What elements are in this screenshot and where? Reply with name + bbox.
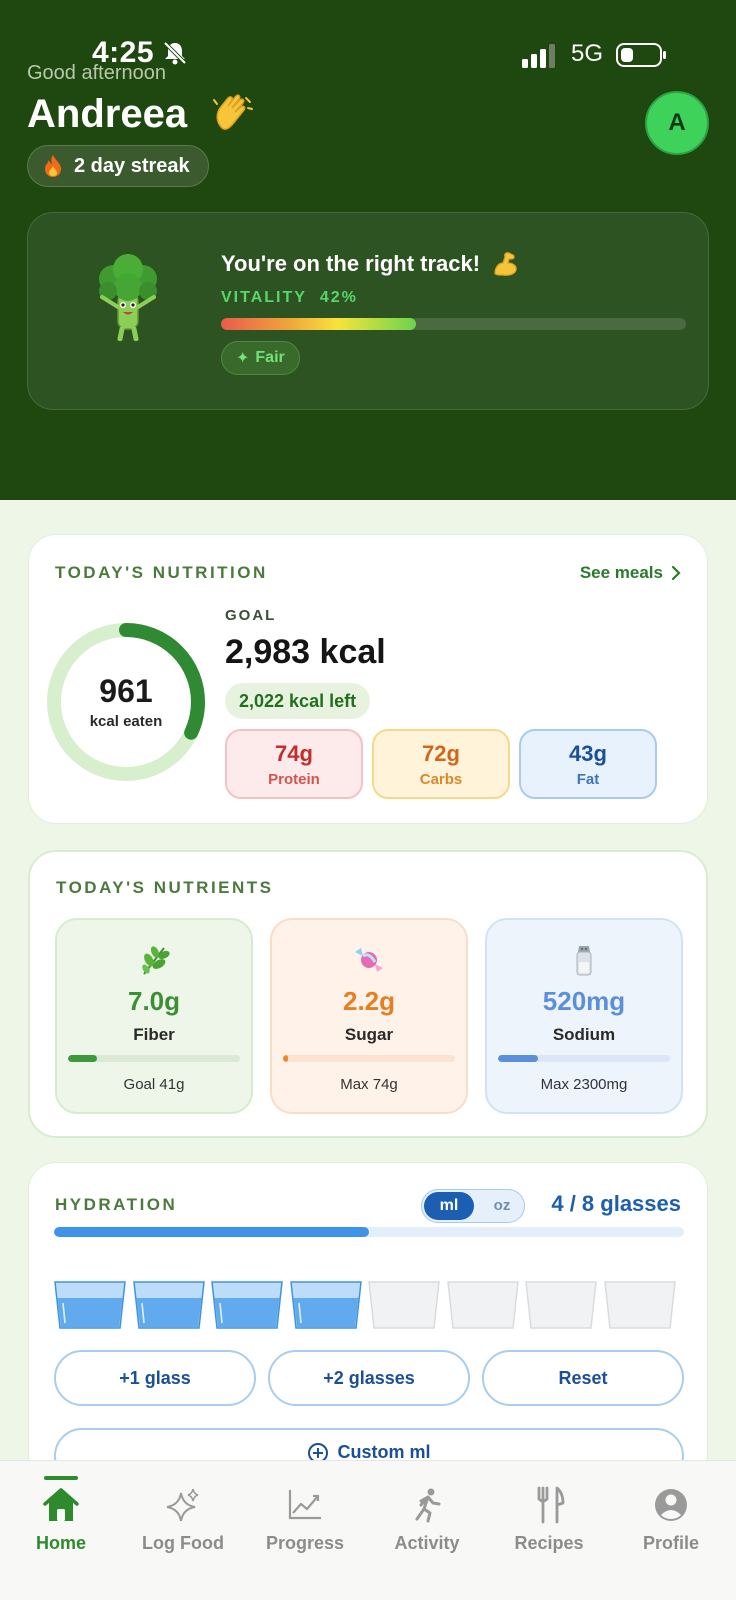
- fiber-progress-bar: [68, 1055, 240, 1062]
- chevron-right-icon: [671, 565, 681, 581]
- sodium-progress-bar: [498, 1055, 670, 1062]
- unit-toggle[interactable]: ml oz: [421, 1189, 525, 1223]
- running-icon: [415, 1488, 441, 1523]
- salt-shaker-icon: [576, 946, 592, 976]
- waving-hand-icon: [213, 94, 253, 130]
- add-one-glass-button[interactable]: +1 glass: [54, 1350, 256, 1406]
- profile-avatar[interactable]: A: [645, 91, 709, 155]
- hydration-progress-fill: [54, 1227, 369, 1237]
- bottom-tab-bar: Home Log Food Progress Activity Recipes: [0, 1460, 736, 1600]
- hydration-title: HYDRATION: [55, 1195, 178, 1214]
- glass-count: 4 / 8 glasses: [551, 1191, 681, 1216]
- nutrient-sugar: 2.2g Sugar Max 74g: [270, 918, 468, 1114]
- add-two-glasses-button[interactable]: +2 glasses: [268, 1350, 470, 1406]
- home-icon: [43, 1488, 79, 1521]
- glass-filled[interactable]: [54, 1281, 126, 1329]
- flexed-biceps-icon: [494, 252, 517, 276]
- vitality-rating-badge: ✦ Fair: [221, 341, 300, 375]
- tab-home[interactable]: Home: [0, 1461, 122, 1600]
- utensils-icon: [537, 1486, 565, 1524]
- glass-empty[interactable]: [603, 1281, 676, 1329]
- flame-icon: [45, 155, 61, 177]
- network-type: 5G: [571, 40, 604, 67]
- fiber-progress-fill: [68, 1055, 98, 1062]
- glass-empty[interactable]: [525, 1281, 597, 1329]
- sparkle-icon: [166, 1488, 199, 1522]
- glass-filled[interactable]: [289, 1281, 362, 1329]
- active-tab-indicator: [44, 1476, 78, 1480]
- nutrients-card: TODAY'S NUTRIENTS 7.0g Fiber Goal 41g 2.…: [28, 850, 708, 1138]
- tab-profile[interactable]: Profile: [610, 1461, 732, 1600]
- unit-oz-option[interactable]: oz: [480, 1192, 524, 1220]
- goal-label: GOAL: [225, 607, 277, 624]
- nutrients-title: TODAY'S NUTRIENTS: [56, 878, 274, 897]
- vitality-message: You're on the right track!: [221, 251, 481, 276]
- kcal-eaten-label: kcal eaten: [89, 713, 163, 730]
- macro-carbs: 72g Carbs: [372, 729, 510, 799]
- nutrient-fiber: 7.0g Fiber Goal 41g: [55, 918, 253, 1114]
- broccoli-mascot-icon: [99, 254, 157, 341]
- streak-text: 2 day streak: [74, 154, 190, 177]
- user-name: Andreea: [27, 92, 188, 136]
- greeting-subtitle: Good afternoon: [27, 62, 166, 84]
- battery-icon: [616, 43, 666, 67]
- vitality-card[interactable]: You're on the right track! VITALITY 42% …: [27, 212, 709, 410]
- see-meals-link[interactable]: See meals: [580, 563, 681, 583]
- glass-filled[interactable]: [211, 1281, 283, 1329]
- goal-value: 2,983 kcal: [225, 633, 386, 671]
- unit-ml-option[interactable]: ml: [424, 1192, 474, 1220]
- sodium-progress-fill: [498, 1055, 538, 1062]
- person-icon: [655, 1489, 687, 1521]
- glass-empty[interactable]: [368, 1281, 440, 1329]
- kcal-eaten-value: 961: [99, 673, 153, 709]
- chart-icon: [288, 1490, 321, 1520]
- sugar-progress-fill: [283, 1055, 289, 1062]
- vitality-progress-bar: [221, 318, 686, 330]
- tab-progress[interactable]: Progress: [244, 1461, 366, 1600]
- streak-badge: 2 day streak: [27, 145, 209, 187]
- hydration-progress-bar: [54, 1227, 684, 1237]
- vitality-progress-fill: [221, 318, 417, 330]
- macro-fat: 43g Fat: [519, 729, 657, 799]
- hero-curve: [0, 460, 736, 491]
- glass-filled[interactable]: [132, 1281, 205, 1329]
- signal-icon: [522, 44, 555, 68]
- reset-button[interactable]: Reset: [482, 1350, 684, 1406]
- sugar-progress-bar: [283, 1055, 455, 1062]
- macro-protein: 74g Protein: [225, 729, 363, 799]
- tab-log-food[interactable]: Log Food: [122, 1461, 244, 1600]
- herb-icon: [142, 946, 170, 975]
- candy-icon: [355, 948, 383, 972]
- tab-recipes[interactable]: Recipes: [488, 1461, 610, 1600]
- nutrition-card: TODAY'S NUTRITION See meals 961 kcal eat…: [28, 534, 708, 824]
- glass-row: [54, 1281, 684, 1329]
- glass-empty[interactable]: [446, 1281, 519, 1329]
- nutrition-title: TODAY'S NUTRITION: [55, 563, 268, 582]
- kcal-left-badge: 2,022 kcal left: [225, 683, 371, 719]
- vitality-label: VITALITY 42%: [221, 289, 358, 306]
- sparkle-icon: ✦: [236, 350, 250, 367]
- nutrient-sodium: 520mg Sodium Max 2300mg: [485, 918, 683, 1114]
- tab-activity[interactable]: Activity: [366, 1461, 488, 1600]
- hydration-card: HYDRATION ml oz 4 / 8 glasses +1 glass +…: [28, 1162, 708, 1484]
